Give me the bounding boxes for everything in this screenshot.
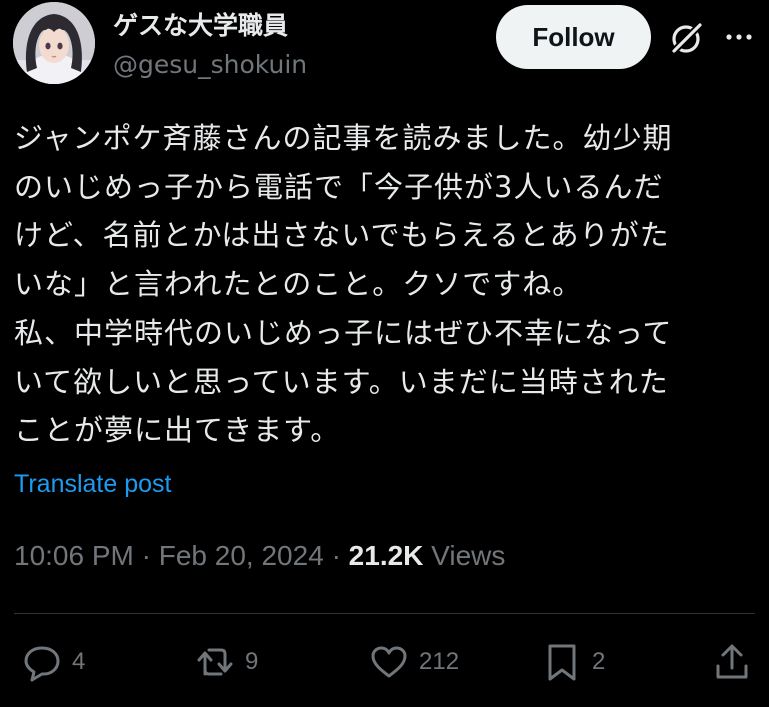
bookmark-button[interactable]: 2 [540,640,605,684]
repost-icon [197,648,233,676]
heart-icon [371,646,407,678]
repost-count: 9 [245,648,259,675]
avatar[interactable] [13,2,95,84]
post-meta: 10:06 PM · Feb 20, 2024 · 21.2K Views [14,540,505,572]
reply-count: 4 [72,648,86,675]
post-time[interactable]: 10:06 PM [14,540,134,571]
reply-button[interactable]: 4 [20,640,85,684]
grok-icon[interactable] [667,18,707,58]
avatar-image [13,2,95,84]
post-date[interactable]: Feb 20, 2024 [159,540,324,571]
share-button[interactable] [710,640,754,684]
more-icon[interactable] [724,25,754,49]
meta-separator: · [331,540,341,571]
repost-button[interactable]: 9 [193,640,258,684]
views-label[interactable]: Views [431,540,505,571]
meta-separator: · [141,540,151,571]
bookmark-icon [548,644,576,681]
author-display-name[interactable]: ゲスな大学職員 [113,6,288,42]
views-count[interactable]: 21.2K [349,540,424,571]
like-count: 212 [419,648,460,675]
divider [14,613,755,614]
author-handle[interactable]: @gesu_shokuin [113,50,307,79]
bookmark-count: 2 [592,648,606,675]
reply-icon [24,646,60,682]
share-icon [716,644,748,679]
follow-button[interactable]: Follow [496,5,651,69]
translate-post-link[interactable]: Translate post [14,470,171,499]
like-button[interactable]: 212 [367,640,459,684]
post-text: ジャンポケ斉藤さんの記事を読みました。幼少期 のいじめっ子から電話で「今子供が3… [14,121,673,448]
